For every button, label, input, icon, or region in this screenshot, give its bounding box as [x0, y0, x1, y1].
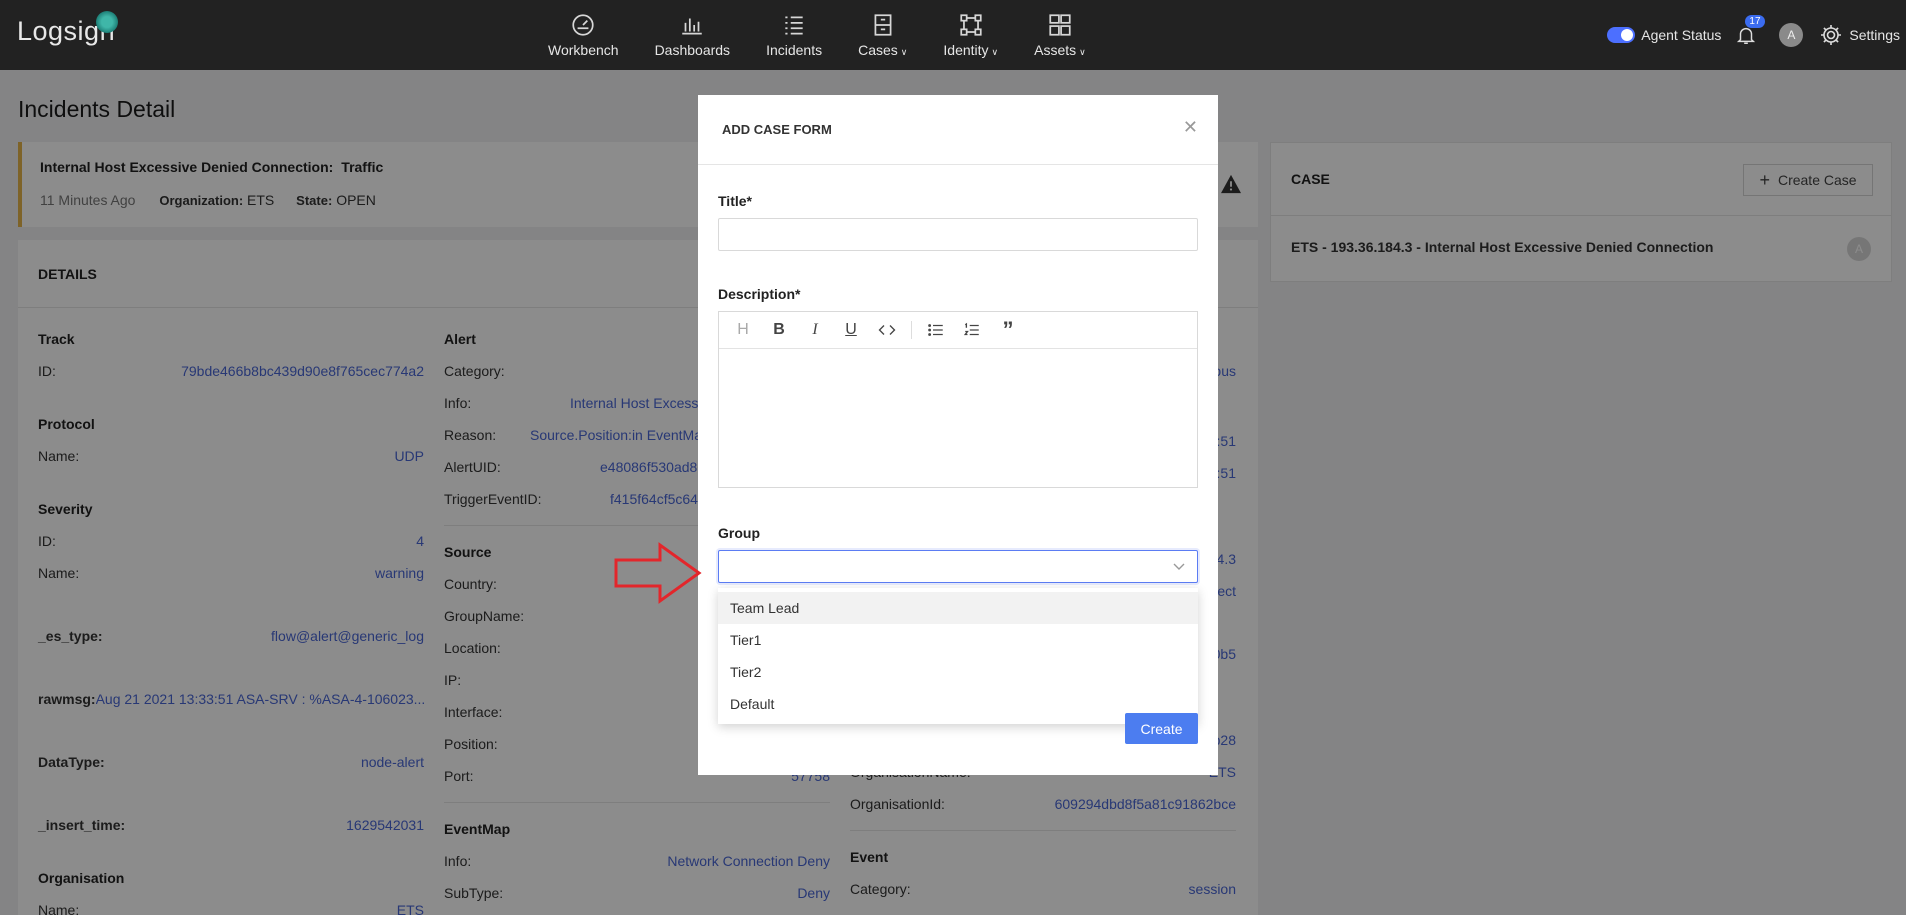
chevron-down-icon: ∨ [991, 47, 999, 57]
modal-header: ADD CASE FORM ✕ [698, 95, 1218, 165]
group-label: Group [718, 525, 760, 541]
settings-link[interactable]: Settings [1849, 27, 1900, 43]
notifications-button[interactable]: 17 [1735, 15, 1765, 46]
code-icon[interactable] [869, 315, 905, 345]
quote-icon[interactable]: ” [990, 315, 1026, 345]
nav-label: Cases ∨ [858, 42, 907, 58]
nav-workbench[interactable]: Workbench [530, 0, 637, 70]
group-option-tier2[interactable]: Tier2 [718, 656, 1198, 688]
gear-icon[interactable] [1819, 23, 1843, 47]
italic-icon[interactable]: I [797, 315, 833, 345]
agent-status-label: Agent Status [1641, 27, 1722, 43]
toolbar-divider [911, 321, 912, 339]
agent-status-toggle[interactable] [1607, 27, 1636, 43]
nav-label: Workbench [548, 42, 619, 58]
header-tools: Agent Status 17 A Settings [1607, 0, 1906, 70]
cabinet-icon [870, 12, 896, 38]
nav-assets[interactable]: Assets ∨ [1016, 0, 1104, 70]
nav-incidents[interactable]: Incidents [748, 0, 840, 70]
chevron-down-icon: ∨ [1079, 47, 1086, 57]
nav-label: Dashboards [654, 42, 731, 58]
nav-label: Incidents [766, 42, 823, 58]
bar-chart-icon [679, 12, 705, 38]
numbered-list-icon[interactable] [954, 315, 990, 345]
gauge-icon [570, 12, 596, 38]
nav-label-text: Identity [943, 42, 989, 58]
nodes-icon [958, 12, 984, 38]
description-label: Description* [718, 286, 801, 302]
list-icon [781, 12, 807, 38]
nav-label-text: Assets [1034, 42, 1077, 58]
user-avatar[interactable]: A [1779, 23, 1804, 47]
main-nav: Workbench Dashboards Incidents Cases ∨ Id… [530, 0, 1104, 70]
nav-cases[interactable]: Cases ∨ [840, 0, 925, 70]
description-textarea[interactable] [719, 349, 1197, 487]
logo-mark-icon [96, 11, 118, 33]
create-button[interactable]: Create [1125, 713, 1198, 744]
group-option-tier1[interactable]: Tier1 [718, 624, 1198, 656]
top-navbar: Logsign Workbench Dashboards Incidents C… [0, 0, 1906, 70]
chevron-down-icon [1173, 559, 1185, 571]
title-label: Title* [718, 193, 752, 209]
grid-icon [1047, 12, 1073, 38]
add-case-modal: ADD CASE FORM ✕ Title* Description* H B … [698, 95, 1218, 775]
description-editor: H B I U ” [718, 311, 1198, 488]
nav-label-text: Cases [858, 42, 898, 58]
chevron-down-icon: ∨ [900, 47, 908, 57]
bullet-list-icon[interactable] [918, 315, 954, 345]
group-option-team-lead[interactable]: Team Lead [718, 592, 1198, 624]
annotation-arrow-icon [614, 542, 702, 604]
group-select[interactable] [718, 550, 1198, 583]
bold-icon[interactable]: B [761, 315, 797, 345]
nav-label: Identity ∨ [943, 42, 998, 58]
editor-toolbar: H B I U ” [719, 312, 1197, 349]
modal-title: ADD CASE FORM [722, 122, 832, 137]
close-icon[interactable]: ✕ [1183, 117, 1198, 138]
underline-icon[interactable]: U [833, 315, 869, 345]
nav-label: Assets ∨ [1034, 42, 1086, 58]
group-dropdown: Team Lead Tier1 Tier2 Default [718, 588, 1198, 724]
heading-icon[interactable]: H [725, 315, 761, 345]
nav-dashboards[interactable]: Dashboards [637, 0, 749, 70]
title-field[interactable] [718, 218, 1198, 251]
nav-identity[interactable]: Identity ∨ [925, 0, 1016, 70]
notification-badge: 17 [1745, 15, 1765, 28]
